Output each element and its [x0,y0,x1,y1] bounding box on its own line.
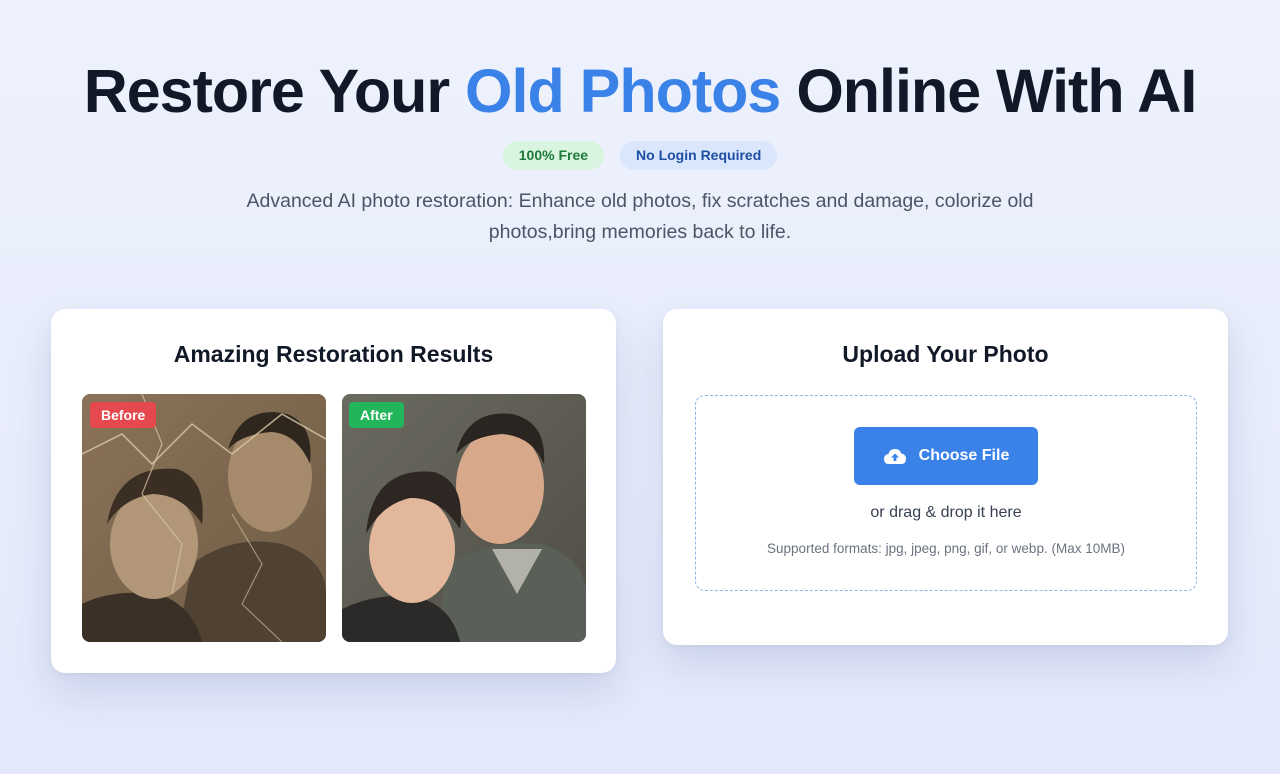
choose-file-button[interactable]: Choose File [854,427,1038,485]
before-photo: Before [82,394,326,642]
no-login-badge: No Login Required [620,141,778,170]
page-title: Restore Your Old Photos Online With AI [0,58,1280,124]
supported-formats-text: Supported formats: jpg, jpeg, png, gif, … [767,541,1125,556]
after-tag: After [349,402,404,428]
after-photo: After [342,394,586,642]
cloud-upload-icon [883,449,906,464]
drop-zone[interactable]: Choose File or drag & drop it here Suppo… [695,395,1197,591]
hero-subtitle: Advanced AI photo restoration: Enhance o… [246,190,1034,243]
title-prefix: Restore Your [83,57,466,125]
badge-row: 100% Free No Login Required [0,141,1280,170]
choose-file-label: Choose File [918,447,1010,464]
upload-card: Upload Your Photo Choose File or drag & … [663,309,1228,645]
free-badge: 100% Free [502,141,605,170]
before-photo-image [82,394,326,642]
after-photo-image [342,394,586,642]
results-card: Amazing Restoration Results Before After [51,309,616,673]
before-tag: Before [90,402,157,428]
title-accent: Old Photos [465,57,781,125]
upload-title: Upload Your Photo [842,341,1049,367]
results-title: Amazing Restoration Results [173,341,494,367]
drag-drop-text: or drag & drop it here [870,504,1022,521]
title-suffix: Online With AI [780,57,1197,125]
